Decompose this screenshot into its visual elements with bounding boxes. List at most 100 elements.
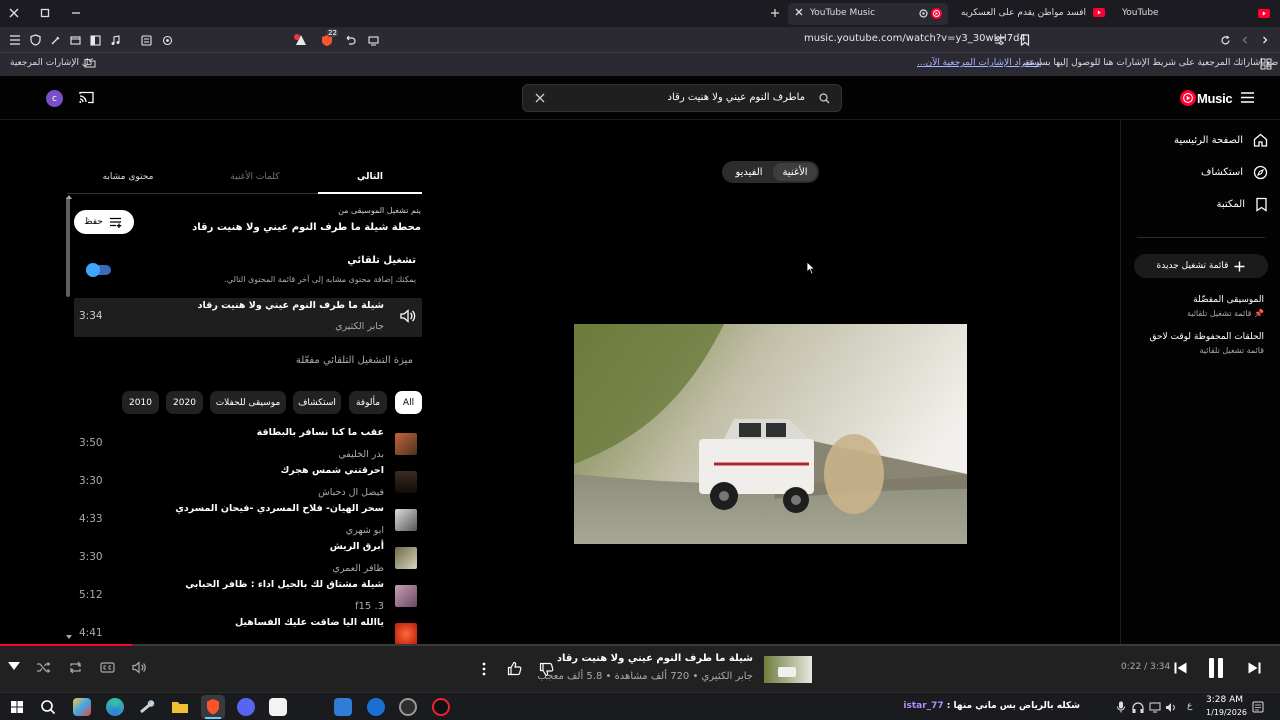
queue-item-thumbnail[interactable] — [395, 623, 417, 644]
queue-item-artist[interactable]: ظافر العمري — [332, 563, 384, 574]
queue-list-item[interactable]: شيلة مشتاق لك بالحيل اداء : ظافر الحبابي… — [74, 577, 422, 615]
calendar-app-icon[interactable] — [269, 698, 287, 716]
app-icon[interactable] — [367, 698, 385, 716]
now-playing-thumbnail[interactable] — [764, 656, 812, 683]
sidebar-item-library[interactable]: المكتبة — [1216, 192, 1268, 216]
video-player[interactable] — [574, 324, 967, 544]
all-bookmarks-link[interactable]: كل الإشارات المرجعية — [10, 58, 93, 68]
queue-list-item[interactable]: عقب ما كنا نسافر بالبطاقة بدر الخليفي 3:… — [74, 425, 422, 463]
queue-item-thumbnail[interactable] — [395, 585, 417, 607]
tab-related[interactable]: محتوى مشابه — [78, 172, 178, 182]
hamburger-menu-icon[interactable] — [1241, 92, 1254, 103]
steam-icon[interactable] — [138, 698, 156, 716]
tab-youtube[interactable]: YouTube — [1115, 3, 1275, 25]
pause-icon[interactable] — [1208, 658, 1224, 678]
scroll-down-arrow-icon[interactable] — [66, 635, 72, 639]
avatar[interactable]: c — [46, 90, 63, 107]
tab-news-video[interactable]: افسد مواطن يقدم على العسكريه - — [955, 3, 1110, 25]
brave-taskbar-icon[interactable] — [201, 695, 225, 719]
copilot-app-icon[interactable] — [73, 698, 91, 716]
headphones-icon[interactable] — [1132, 702, 1144, 713]
edge-browser-icon[interactable] — [106, 698, 124, 716]
bookmark-icon[interactable] — [1016, 31, 1034, 49]
close-window-icon[interactable] — [4, 4, 24, 22]
queue-scrollbar[interactable] — [66, 197, 70, 297]
reload-icon[interactable] — [1216, 31, 1234, 49]
previous-track-icon[interactable] — [1174, 662, 1187, 674]
queue-item-artist[interactable]: فيصل ال دحباش — [318, 487, 384, 498]
back-arrow-icon[interactable] — [1256, 31, 1274, 49]
search-box[interactable]: ماطرف النوم عيني ولا هنيت رقاد — [522, 84, 842, 112]
queue-item-thumbnail[interactable] — [395, 509, 417, 531]
new-playlist-button[interactable]: قائمة تشغيل جديدة — [1134, 254, 1268, 278]
tab-youtube-music[interactable]: YouTube Music — [788, 3, 948, 25]
clock-time[interactable]: 3:28 AM — [1206, 695, 1243, 705]
keyboard-language[interactable]: ع — [1187, 701, 1192, 711]
queue-item-artist[interactable]: جابر الكثيري — [335, 321, 384, 332]
discord-icon[interactable] — [237, 698, 255, 716]
screen-icon[interactable] — [364, 31, 382, 49]
app-icon[interactable] — [432, 698, 450, 716]
app-icon[interactable] — [399, 698, 417, 716]
brave-shield-icon[interactable]: 22 — [316, 29, 338, 49]
shuffle-icon[interactable] — [36, 661, 51, 674]
brush-icon[interactable] — [46, 31, 64, 49]
queue-item-thumbnail[interactable] — [395, 547, 417, 569]
notification-icon[interactable] — [1252, 701, 1264, 713]
next-track-icon[interactable] — [1248, 662, 1261, 674]
volume-icon[interactable] — [132, 661, 147, 674]
forward-arrow-icon[interactable] — [1236, 31, 1254, 49]
queue-item-artist[interactable]: بدر الخليفي — [338, 449, 384, 460]
shield-icon[interactable] — [26, 31, 44, 49]
windows-start-icon[interactable] — [8, 698, 26, 716]
queue-list-item[interactable]: أبرق الريش ظافر العمري 3:30 — [74, 539, 422, 577]
tab-lyrics[interactable]: كلمات الأغنية — [205, 172, 305, 182]
sidebar-item-explore[interactable]: استكشاف — [1201, 160, 1268, 184]
chip-2010[interactable]: 2010 — [122, 391, 159, 414]
search-icon[interactable] — [819, 93, 830, 104]
chip-party-music[interactable]: موسيقى للحفلات — [210, 391, 286, 414]
queue-item-thumbnail[interactable] — [395, 433, 417, 455]
chip-familiar[interactable]: مألوفة — [349, 391, 387, 414]
chip-all[interactable]: All — [395, 391, 422, 414]
site-settings-icon[interactable] — [990, 31, 1008, 49]
queue-current-item[interactable]: شيلة ما طرف النوم عيني ولا هنيت رقاد جاب… — [74, 298, 422, 337]
tab-up-next[interactable]: التالي — [320, 172, 420, 182]
clock-date[interactable]: 1/19/2026 — [1206, 708, 1247, 717]
new-tab-icon[interactable] — [765, 4, 785, 22]
chip-discover[interactable]: استكشاف — [293, 391, 341, 414]
queue-list-item[interactable]: احرقتني شمس هجرك فيصل ال دحباش 3:30 — [74, 463, 422, 501]
minimize-window-icon[interactable] — [66, 4, 86, 22]
menu-icon[interactable] — [6, 31, 24, 49]
toggle-song-option[interactable]: الأغنية — [773, 163, 817, 181]
file-explorer-icon[interactable] — [171, 698, 189, 716]
sidebar-item-home[interactable]: الصفحة الرئيسية — [1174, 128, 1268, 152]
queue-item-thumbnail[interactable] — [395, 471, 417, 493]
window-icon[interactable] — [66, 31, 84, 49]
tabs-manager-icon[interactable] — [137, 31, 155, 49]
search-input[interactable]: ماطرف النوم عيني ولا هنيت رقاد — [668, 92, 805, 103]
extensions-icon[interactable] — [158, 31, 176, 49]
speaker-icon[interactable] — [1165, 702, 1177, 713]
restore-window-icon[interactable] — [35, 4, 55, 22]
autoplay-toggle[interactable] — [86, 263, 111, 277]
ytmusic-logo-text[interactable]: Music — [1197, 91, 1233, 106]
toggle-video-option[interactable]: الفيديو — [726, 163, 772, 181]
app-icon[interactable] — [334, 698, 352, 716]
save-button[interactable]: حفظ — [74, 210, 134, 234]
chip-2020[interactable]: 2020 — [166, 391, 203, 414]
now-playing-title[interactable]: شيلة ما طرف النوم عيني ولا هنيت رقاد — [557, 653, 753, 664]
apps-grid-icon[interactable] — [1260, 58, 1272, 70]
playing-from-station[interactable]: محطة شيلة ما طرف النوم عيني ولا هنيت رقا… — [192, 222, 421, 233]
sidebar-toggle-icon[interactable] — [86, 31, 104, 49]
like-icon[interactable] — [507, 661, 522, 676]
repeat-icon[interactable] — [68, 661, 83, 674]
undo-icon[interactable] — [341, 31, 359, 49]
queue-list-item[interactable]: سحر الهيان- فلاح المسردي -فيحان المسردي … — [74, 501, 422, 539]
queue-item-artist[interactable]: 3. f15 — [355, 601, 384, 612]
ytmusic-logo-icon[interactable] — [1180, 90, 1196, 106]
scroll-up-arrow-icon[interactable] — [66, 195, 72, 199]
clear-search-icon[interactable] — [535, 93, 545, 103]
microphone-icon[interactable] — [1117, 701, 1125, 713]
queue-list-item[interactable]: ياالله اليا ضاقت عليك الفساهيل 4:41 — [74, 615, 422, 644]
